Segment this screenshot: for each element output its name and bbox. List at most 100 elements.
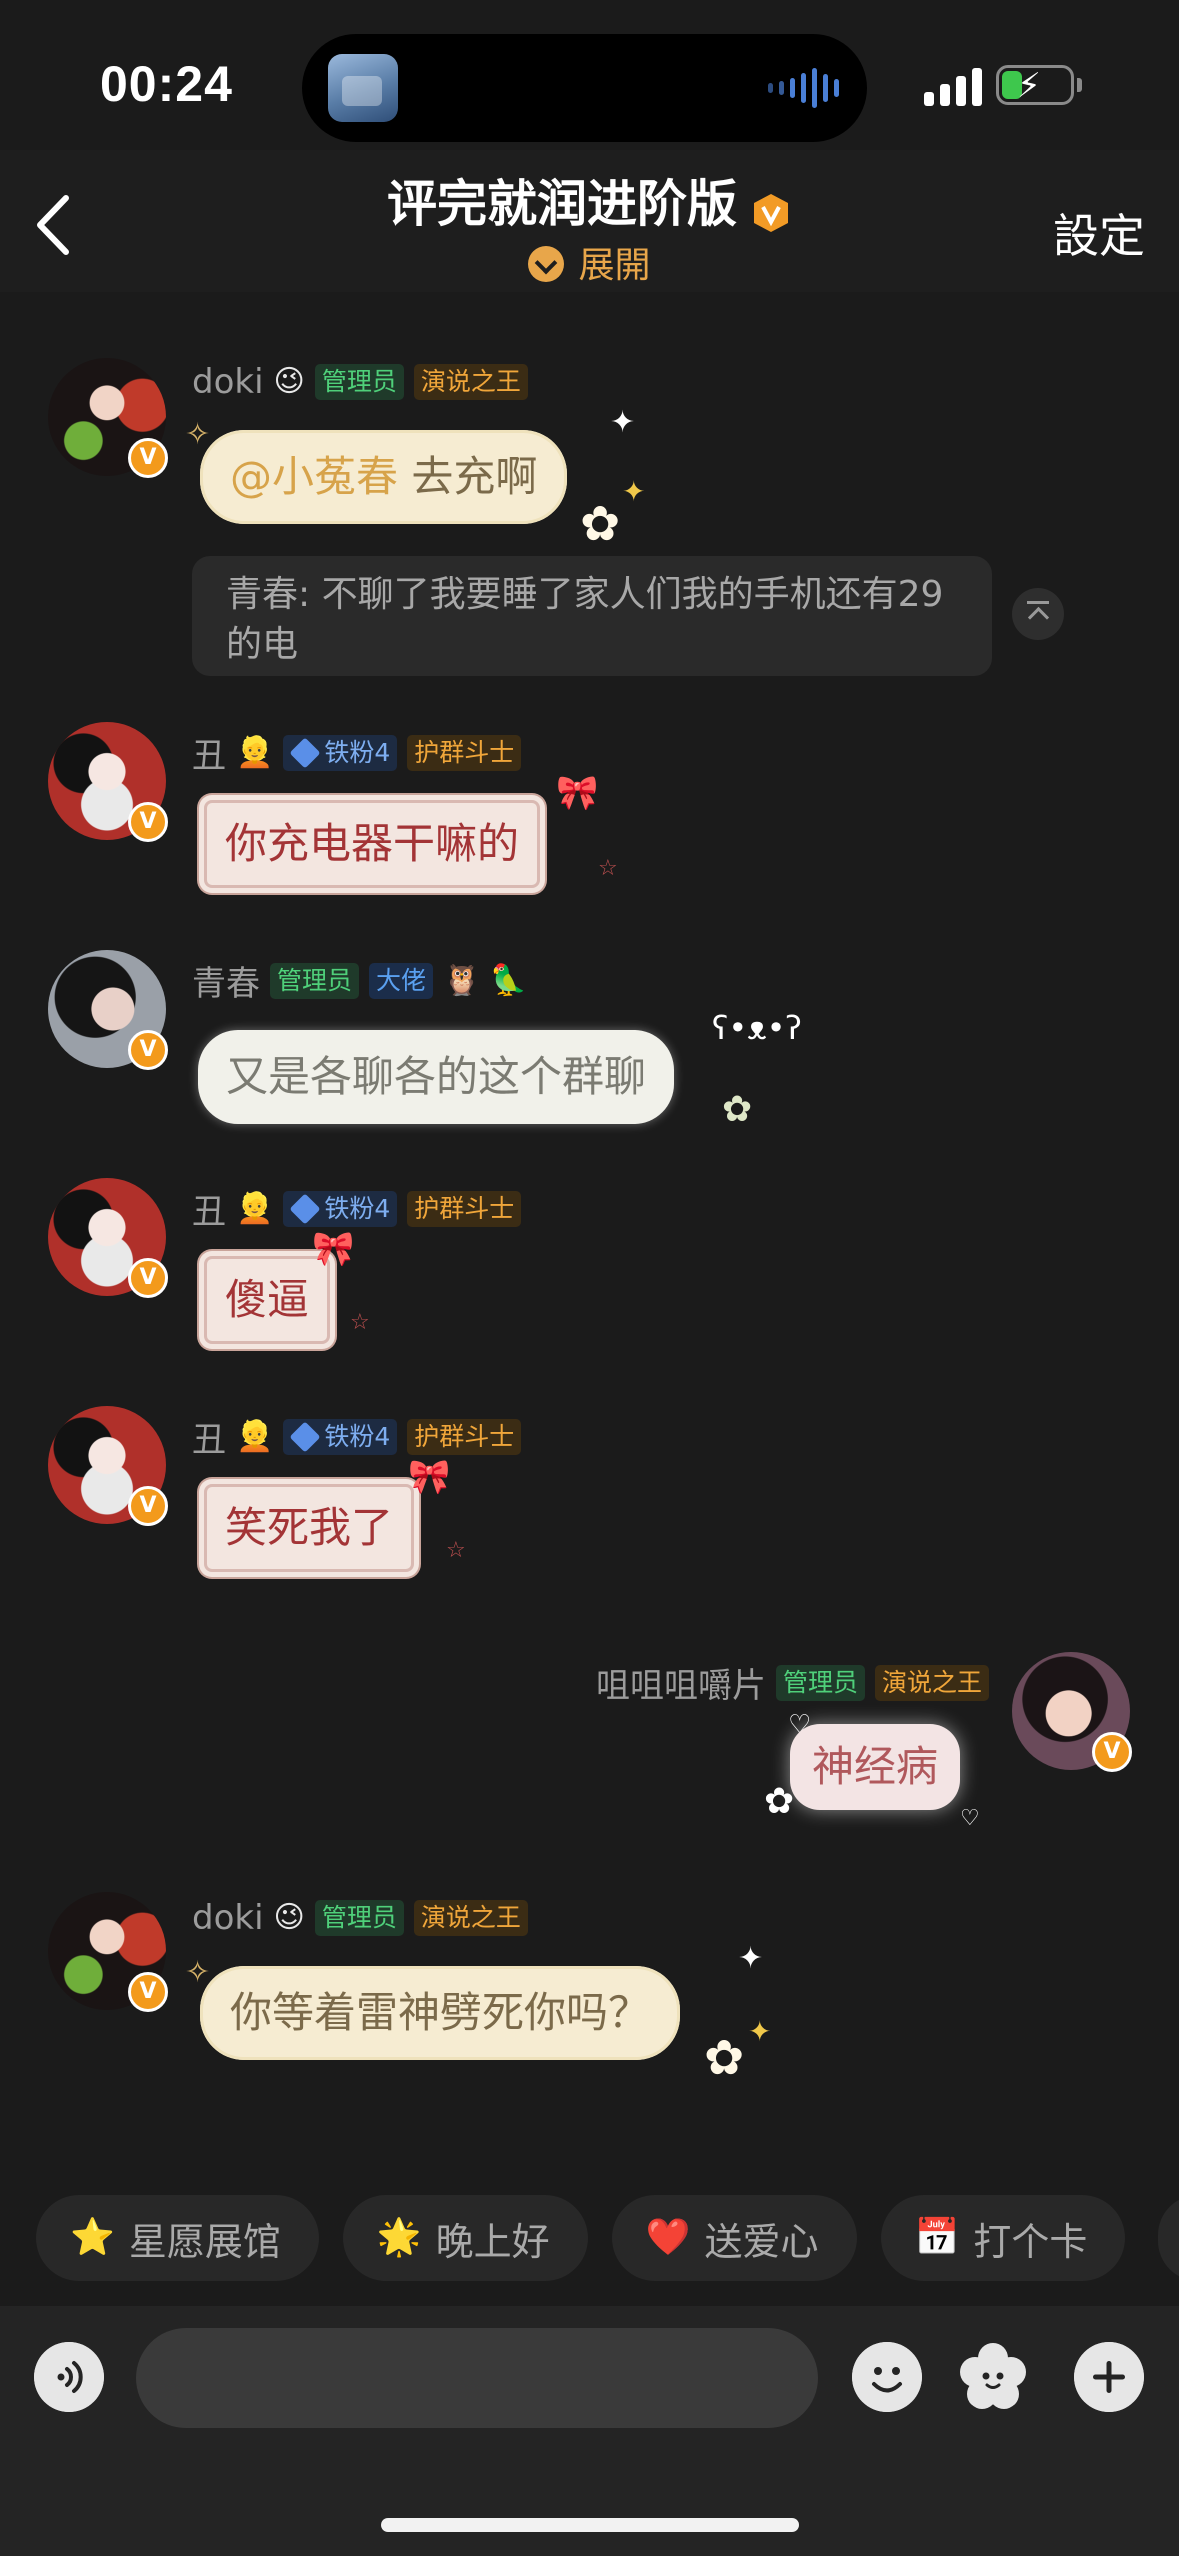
sender-name[interactable]: 青春 [192,956,260,1005]
sender-name[interactable]: doki [192,1898,264,1938]
message-text: 你等着雷神劈死你吗？ [230,1988,651,2037]
vip-badge-icon: V [128,1030,168,1070]
sparkle-icon: ✦ [748,2015,772,2048]
diamond-icon [289,1192,321,1225]
chip-good-evening[interactable]: 🌟 晚上好 [342,2195,588,2281]
mention-link[interactable]: @小菟春 [230,452,398,501]
battery-icon: ⚡ [996,65,1074,106]
vip-badge-icon: V [128,802,168,842]
voice-input-icon[interactable] [34,2342,104,2412]
avatar[interactable]: V [48,358,168,478]
sender-name[interactable]: 丑 [192,728,226,777]
sender-line: 丑 👱 铁粉4 护群斗士 [192,1184,522,1233]
message-bubble[interactable]: 你充电器干嘛的 [204,800,541,888]
title-tag: 演说之王 [413,1900,528,1936]
fan-level-tag: 铁粉4 [283,1418,398,1455]
sparkle-icon: ✦ [610,405,636,440]
chat-header: 评完就润进阶版 展開 設定 [0,150,1179,292]
message-bubble[interactable]: 又是各聊各的这个群聊 [198,1030,675,1124]
star-outline-icon: ☆ [350,1310,370,1335]
emoji-face-icon[interactable] [852,2342,922,2412]
heart-outline-icon: ♡ [960,1806,980,1831]
avatar[interactable]: V [48,1892,168,2012]
verified-hexagon-icon [754,193,789,232]
sender-name[interactable]: 丑 [192,1412,226,1461]
message-text: 去充啊 [411,452,538,501]
chevron-down-icon [528,246,565,282]
chip-more[interactable] [1158,2195,1179,2281]
star-outline-icon: ☆ [598,856,618,881]
settings-button[interactable]: 設定 [1053,200,1145,266]
avatar[interactable]: V [48,950,168,1070]
sender-line: 青春 管理员 大佬 🦉 🦜 [192,956,527,1005]
diamond-icon [289,1420,321,1453]
message-bubble[interactable]: 傻逼 [204,1256,331,1344]
star-face-icon: 🌟 [376,2217,422,2258]
ribbon-bow-icon: 🎀 [312,1229,355,1269]
owl-parrot-emoji: 🦉 🦜 [443,962,528,998]
charging-bolt-icon: ⚡ [1017,66,1041,106]
star-outline-icon: ☆ [446,1538,466,1563]
message-bubble[interactable]: 你等着雷神劈死你吗？ [200,1966,681,2060]
chip-star-gallery[interactable]: ⭐ 星愿展馆 [36,2195,319,2281]
sender-line: doki 😉 管理员 演说之王 [192,362,528,402]
avatar[interactable]: V [1012,1652,1132,1772]
admin-tag: 管理员 [775,1664,865,1701]
status-time: 00:24 [100,56,233,112]
title-tag: 护群斗士 [407,1190,522,1227]
message-bubble[interactable]: 神经病 [790,1724,961,1810]
vip-badge-icon: V [1092,1732,1132,1772]
diamond-icon [289,736,321,769]
fan-level-tag: 铁粉4 [283,734,398,771]
title-tag: 护群斗士 [407,1418,522,1455]
ribbon-bow-icon: 🎀 [556,773,599,813]
sender-name[interactable]: 咀咀咀嚼片 [596,1658,766,1707]
person-emoji: 👱 [236,734,274,770]
plus-icon[interactable] [1074,2342,1144,2412]
vip-badge-icon: V [128,1258,168,1298]
message-input[interactable] [136,2328,818,2428]
avatar[interactable]: V [48,722,168,842]
admin-tag: 管理员 [270,962,360,999]
sender-name[interactable]: doki [192,362,264,402]
message-bubble[interactable]: 笑死我了 [204,1484,415,1572]
sparkle-icon: ✦ [738,1941,764,1976]
sender-name[interactable]: 丑 [192,1184,226,1233]
dynamic-island[interactable] [302,34,867,142]
bear-icon: ʕ•ᴥ•ʔ [712,1009,802,1047]
calendar-icon: 📅 [914,2217,960,2258]
sticker-flower-icon[interactable] [958,2342,1028,2412]
message-bubble[interactable]: @小菟春 去充啊 [200,430,568,524]
cellular-signal-icon [924,66,982,106]
sparkle-icon: ✧ [185,1955,211,1990]
title-tag: 大佬 [369,962,434,999]
admin-tag: 管理员 [314,364,404,400]
vip-badge-icon: V [128,438,168,478]
input-bar [0,2306,1179,2556]
scroll-to-top-icon[interactable] [1012,588,1064,640]
chip-send-heart[interactable]: ❤️ 送爱心 [611,2195,857,2281]
title-tag: 演说之王 [413,364,528,400]
winking-face-emoji: 😉 [273,1900,305,1935]
chip-check-in[interactable]: 📅 打个卡 [880,2195,1126,2281]
sender-line: 咀咀咀嚼片 管理员 演说之王 [596,1658,989,1707]
expand-button[interactable]: 展開 [0,236,1179,288]
avatar[interactable]: V [48,1406,168,1526]
message-text: 傻逼 [225,1275,310,1324]
paw-icon: ✿ [764,1781,795,1822]
sender-line: doki 😉 管理员 演说之王 [192,1898,528,1938]
quoted-message[interactable]: 青春: 不聊了我要睡了家人们我的手机还有29的电 [192,556,992,676]
message-text: 又是各聊各的这个群聊 [226,1052,647,1101]
message-text: 神经病 [812,1742,939,1791]
fan-level-tag: 铁粉4 [283,1190,398,1227]
clover-icon: ✿ [722,1089,753,1130]
person-emoji: 👱 [236,1418,274,1454]
vip-badge-icon: V [128,1972,168,2012]
flower-icon: ✿ [704,2030,745,2086]
group-title: 评完就润进阶版 [386,175,737,233]
avatar[interactable]: V [48,1178,168,1298]
ribbon-bow-icon: 🎀 [408,1457,451,1497]
message-text: 笑死我了 [225,1503,394,1552]
title-tag: 护群斗士 [407,734,522,771]
home-indicator[interactable] [381,2518,799,2532]
